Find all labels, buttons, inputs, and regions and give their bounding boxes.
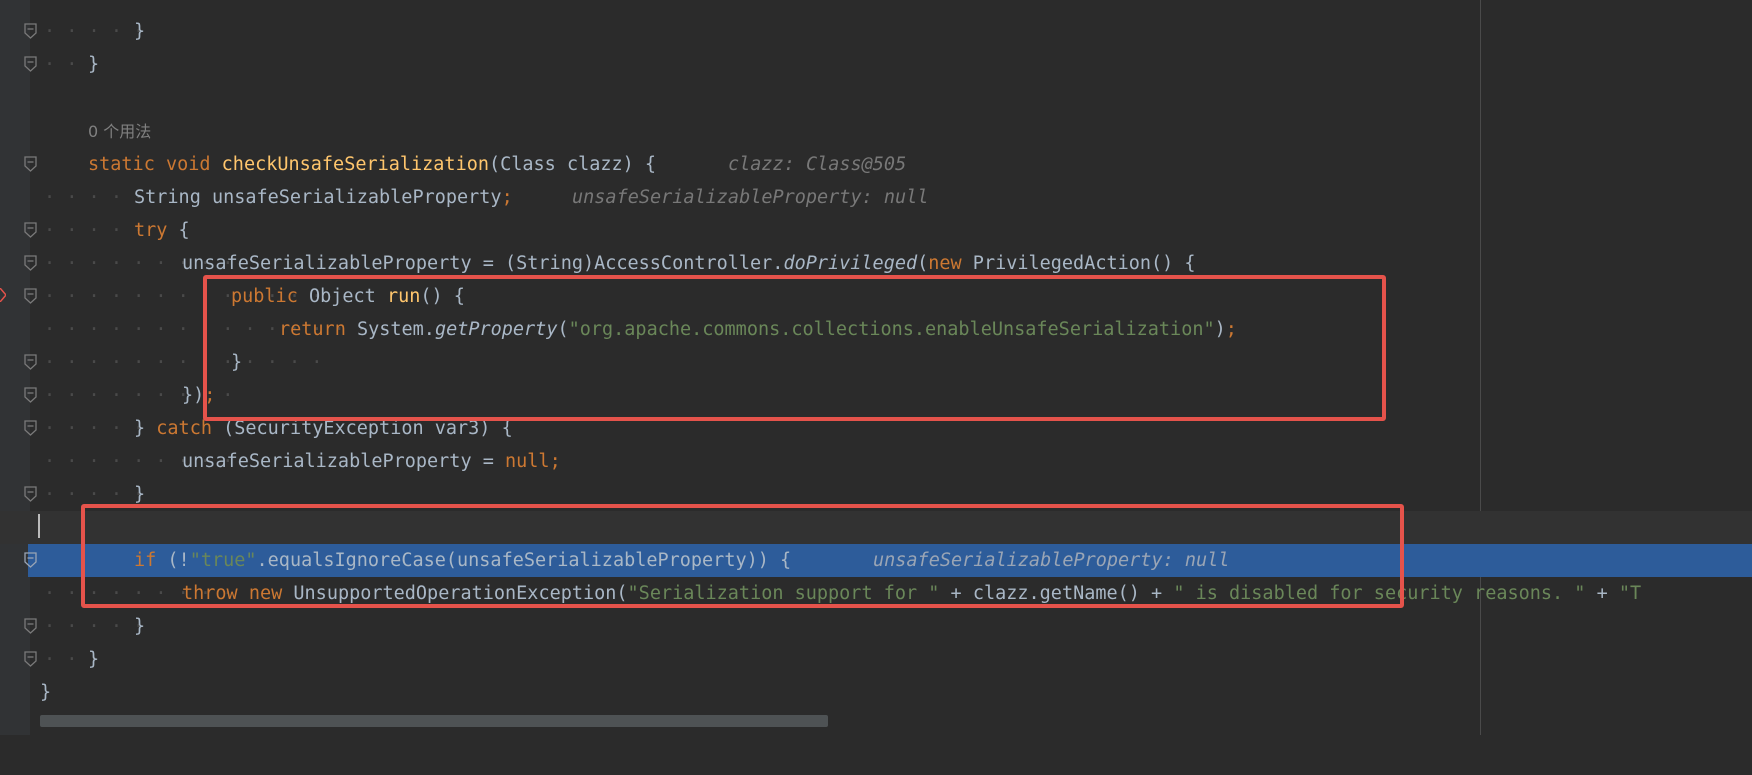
code-text: } — [134, 21, 146, 42]
fold-icon[interactable] — [24, 420, 37, 436]
text-caret — [38, 514, 40, 538]
fold-icon[interactable] — [24, 618, 37, 634]
fold-icon[interactable] — [24, 23, 37, 39]
fold-icon[interactable] — [24, 354, 37, 370]
usage-hint[interactable]: 0 个用法 — [88, 115, 151, 148]
code-line-try[interactable]: · · · · · try { — [0, 214, 1752, 247]
fold-icon[interactable] — [24, 56, 37, 72]
code-line-19[interactable]: · · · } — [0, 643, 1752, 676]
code-text: try { — [134, 220, 190, 241]
code-text: } — [88, 649, 100, 670]
fold-icon[interactable] — [24, 156, 37, 172]
indent-dots: · · · · · — [44, 187, 145, 208]
breakpoint-arrow-icon — [0, 288, 6, 302]
code-line-1[interactable]: · · · · · } — [0, 15, 1752, 48]
fold-icon[interactable] — [24, 387, 37, 403]
indent-dots: · · · · · — [44, 616, 145, 637]
code-line-assign-null[interactable]: · · · · · · · · · unsafeSerializableProp… — [0, 445, 1752, 478]
annotation-box-run-method — [203, 275, 1386, 421]
indent-dots: · · · · · — [44, 418, 145, 439]
fold-icon[interactable] — [24, 288, 37, 304]
code-line-20[interactable]: } — [0, 676, 1752, 709]
horizontal-scrollbar[interactable] — [40, 715, 828, 727]
code-text: } — [40, 682, 52, 703]
inline-debug-value: clazz: Class@505 — [728, 154, 907, 175]
code-line-2[interactable]: · · · } — [0, 48, 1752, 81]
code-text: static void checkUnsafeSerialization(Cla… — [88, 154, 657, 175]
code-line-18[interactable]: · · · · · } — [0, 610, 1752, 643]
code-text: } — [88, 54, 100, 75]
usage-hint-line: 0 个用法 — [0, 115, 1752, 148]
indent-dots: · · · · · — [44, 21, 145, 42]
code-text: } — [134, 616, 146, 637]
fold-icon[interactable] — [24, 486, 37, 502]
fold-icon[interactable] — [24, 255, 37, 271]
annotation-box-if-check — [81, 504, 1404, 608]
indent-dots: · · · · · — [44, 220, 145, 241]
fold-icon[interactable] — [24, 222, 37, 238]
inline-debug-value: unsafeSerializableProperty: null — [572, 187, 929, 208]
code-line-method-signature[interactable]: static void checkUnsafeSerialization(Cla… — [0, 148, 1752, 181]
code-line-declaration[interactable]: · · · · · String unsafeSerializablePrope… — [0, 181, 1752, 214]
code-text: unsafeSerializableProperty = null; — [182, 451, 561, 472]
fold-icon[interactable] — [24, 651, 37, 667]
fold-icon[interactable] — [24, 552, 37, 568]
code-text: String unsafeSerializableProperty; — [134, 187, 513, 208]
